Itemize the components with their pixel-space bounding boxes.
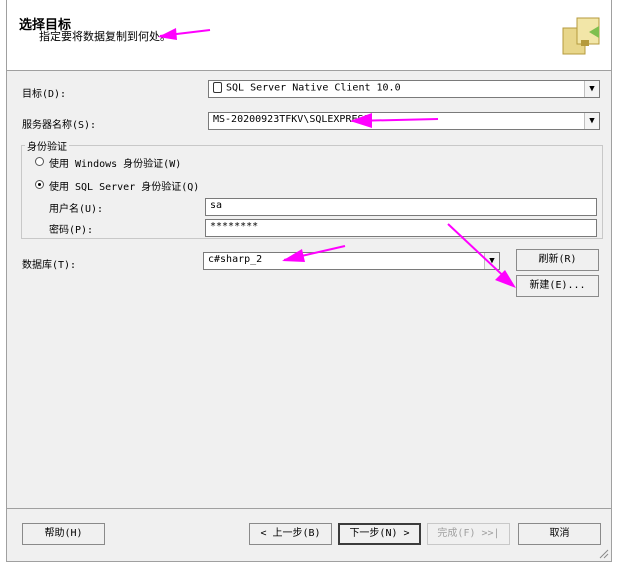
finish-button[interactable]: 完成(F) >>| <box>427 523 510 545</box>
server-name-value: MS-20200923TFKV\SQLEXPRESS <box>213 114 370 125</box>
chevron-down-icon[interactable]: ▼ <box>584 81 599 97</box>
windows-auth-radio[interactable] <box>35 157 44 166</box>
sql-auth-radio[interactable] <box>35 180 44 189</box>
destination-combo[interactable]: SQL Server Native Client 10.0 ▼ <box>208 80 600 98</box>
windows-auth-label[interactable]: 使用 Windows 身份验证(W) <box>49 155 181 170</box>
chevron-down-icon[interactable]: ▼ <box>484 253 499 269</box>
refresh-button[interactable]: 刷新(R) <box>516 249 599 271</box>
resize-grip-icon[interactable] <box>597 547 609 559</box>
database-icon <box>213 82 222 93</box>
database-combo[interactable]: c#sharp_2 ▼ <box>203 252 500 270</box>
username-label: 用户名(U): <box>49 204 104 215</box>
page-subtitle: 指定要将数据复制到何处。 <box>39 30 171 43</box>
wizard-window: 选择目标 指定要将数据复制到何处。 目标(D): SQL Server Nati… <box>6 0 612 562</box>
new-database-button[interactable]: 新建(E)... <box>516 275 599 297</box>
wizard-header: 选择目标 指定要将数据复制到何处。 <box>7 0 611 71</box>
sql-auth-label[interactable]: 使用 SQL Server 身份验证(Q) <box>49 178 199 193</box>
username-input[interactable]: sa <box>205 198 597 216</box>
wizard-logo-icon <box>562 17 600 55</box>
password-input[interactable]: ******** <box>205 219 597 237</box>
database-value: c#sharp_2 <box>208 254 263 265</box>
destination-label: 目标(D): <box>22 89 67 100</box>
next-button[interactable]: 下一步(N) > <box>338 523 421 545</box>
server-name-label: 服务器名称(S): <box>22 120 97 131</box>
back-button[interactable]: < 上一步(B) <box>249 523 332 545</box>
footer-separator <box>7 508 611 509</box>
authentication-group-title: 身份验证 <box>25 138 69 153</box>
destination-value: SQL Server Native Client 10.0 <box>226 82 401 94</box>
database-label: 数据库(T): <box>22 260 77 271</box>
help-button[interactable]: 帮助(H) <box>22 523 105 545</box>
cancel-button[interactable]: 取消 <box>518 523 601 545</box>
password-label: 密码(P): <box>49 225 94 236</box>
server-name-combo[interactable]: MS-20200923TFKV\SQLEXPRESS ▼ <box>208 112 600 130</box>
chevron-down-icon[interactable]: ▼ <box>584 113 599 129</box>
